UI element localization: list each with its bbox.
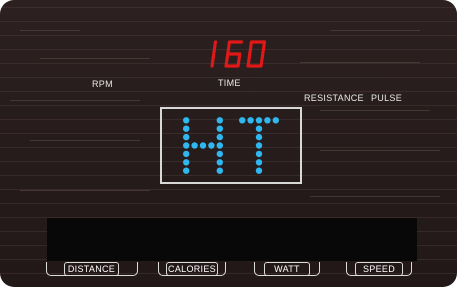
pulse-label: PULSE [371,93,403,103]
dot-matrix-text [183,117,279,174]
time-label: TIME [218,78,241,88]
matrix-dot [216,167,223,174]
time-value-text: 160 [206,38,208,39]
matrix-dot [183,142,190,149]
matrix-dot [216,150,223,158]
matrix-dot [255,150,263,158]
matrix-dot [216,142,223,149]
matrix-dot [183,117,190,124]
speed-button-label: SPEED [362,264,395,274]
lower-display-strip [47,218,417,261]
matrix-dot [216,117,223,124]
matrix-dot [264,117,271,124]
matrix-dot [216,133,223,141]
console-display: 160 RPM TIME RESISTANCE PULSE HT DISTANC… [0,0,457,287]
matrix-dot [191,142,198,149]
distance-button-label: DISTANCE [67,264,116,274]
matrix-dot [255,167,263,174]
watt-button-label: WATT [274,264,300,274]
matrix-dot [255,125,263,132]
matrix-dot [183,133,190,141]
matrix-dot [183,125,190,132]
matrix-dot [183,150,190,158]
matrix-dot [216,125,223,132]
matrix-dot [272,117,279,124]
matrix-dot [247,117,254,124]
resistance-label: RESISTANCE [304,93,364,103]
matrix-dot [208,142,215,149]
matrix-dot [255,142,263,149]
matrix-dot [183,159,190,166]
matrix-dot [216,159,223,166]
matrix-dot [255,133,263,141]
matrix-dot [255,159,263,166]
matrix-dot [239,117,246,124]
matrix-dot [255,117,263,124]
matrix-dot [199,142,207,149]
time-readout: 160 [206,38,267,68]
dot-matrix-display: HT [160,107,302,184]
rpm-label: RPM [92,79,113,89]
matrix-dot [183,167,190,174]
calories-button-label: CALORIES [168,264,216,274]
